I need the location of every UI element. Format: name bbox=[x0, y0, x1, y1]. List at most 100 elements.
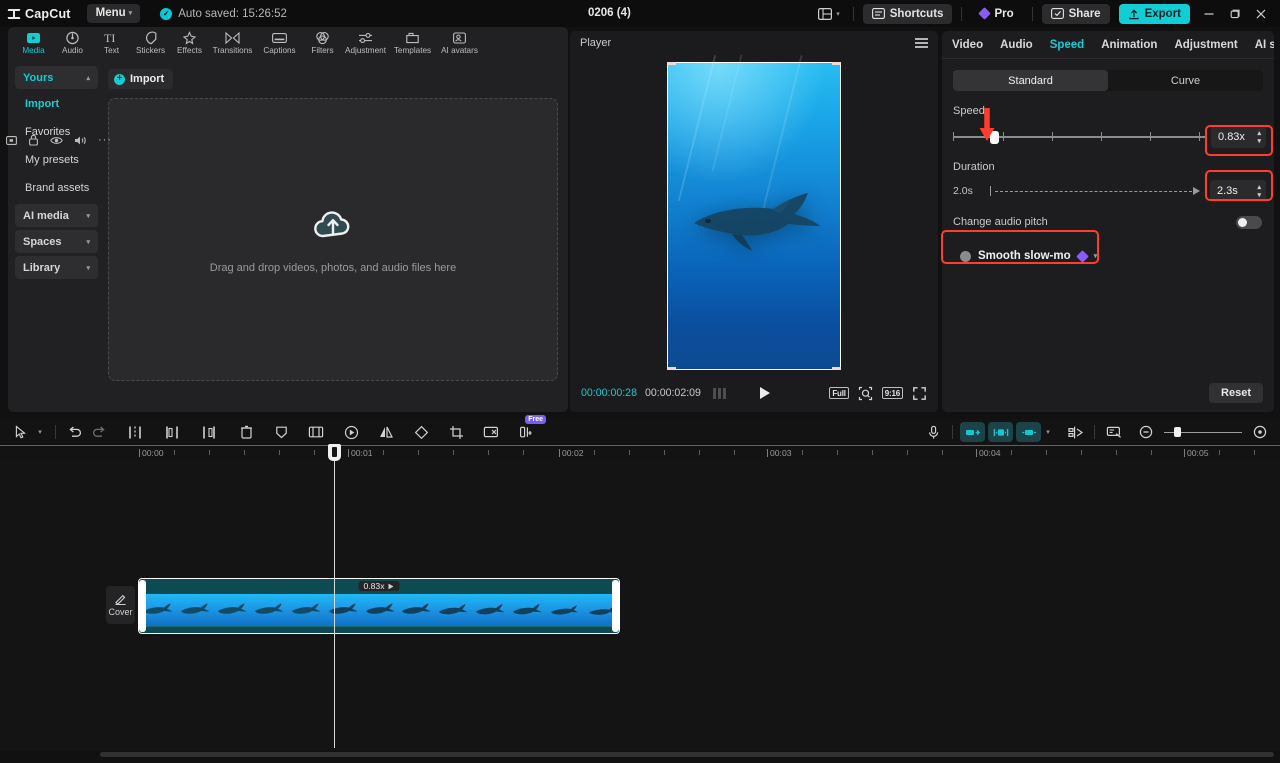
import-button[interactable]: + Import bbox=[108, 69, 173, 89]
frames-icon[interactable] bbox=[713, 388, 727, 399]
zoom-out-icon[interactable] bbox=[1134, 421, 1158, 443]
playhead-handle[interactable] bbox=[328, 444, 341, 461]
duration-value-input[interactable]: 2.3s ▴▾ bbox=[1210, 180, 1266, 202]
close-button[interactable] bbox=[1248, 1, 1274, 27]
stepper-icon[interactable]: ▴▾ bbox=[1257, 130, 1261, 145]
pro-button[interactable]: Pro bbox=[971, 4, 1022, 24]
select-tool-icon[interactable] bbox=[8, 421, 32, 443]
minimize-button[interactable] bbox=[1196, 1, 1222, 27]
delete-icon[interactable] bbox=[234, 421, 258, 443]
timeline-scrollbar[interactable] bbox=[100, 752, 1274, 757]
layout-button[interactable]: ▾ bbox=[814, 5, 844, 23]
menu-button[interactable]: Menu ▾ bbox=[87, 4, 141, 23]
tab-animation[interactable]: Animation bbox=[1101, 39, 1157, 51]
reset-button[interactable]: Reset bbox=[1209, 383, 1263, 403]
properties-panel: Video Audio Speed Animation Adjustment A… bbox=[942, 31, 1274, 412]
tab-text[interactable]: TI Text bbox=[92, 27, 131, 55]
shortcuts-button[interactable]: Shortcuts bbox=[863, 4, 953, 24]
crop-handle[interactable] bbox=[832, 367, 841, 370]
aspect-ratio-button[interactable]: 9:16 bbox=[882, 387, 903, 399]
crop-frame-icon[interactable] bbox=[304, 421, 328, 443]
radio-icon[interactable] bbox=[960, 251, 971, 262]
timeline-zoom-slider[interactable] bbox=[1164, 426, 1242, 438]
crop-icon[interactable] bbox=[444, 421, 468, 443]
tab-label: Filters bbox=[311, 47, 333, 55]
smooth-slow-mo-option[interactable]: Smooth slow-mo ▾ bbox=[953, 244, 1105, 269]
tab-adjustment[interactable]: Adjustment bbox=[342, 27, 389, 55]
freeze-icon[interactable] bbox=[479, 421, 503, 443]
auto-cut-icon[interactable]: Free bbox=[514, 421, 538, 443]
sidebar-item-ai-media[interactable]: AI media ▾ bbox=[15, 204, 98, 227]
crop-handle[interactable] bbox=[667, 62, 676, 65]
chevron-down-icon[interactable]: ▾ bbox=[1041, 421, 1055, 443]
change-audio-pitch-toggle[interactable] bbox=[1236, 216, 1262, 229]
export-button[interactable]: Export bbox=[1119, 4, 1190, 24]
speed-value-input[interactable]: 0.83x ▴▾ bbox=[1211, 126, 1266, 148]
zoom-icon[interactable] bbox=[858, 386, 873, 401]
speed-mode-curve[interactable]: Curve bbox=[1108, 70, 1263, 91]
eye-icon[interactable] bbox=[50, 135, 63, 146]
clip-trim-handle-right[interactable] bbox=[612, 580, 619, 632]
auto-align-right-icon[interactable] bbox=[1016, 422, 1041, 442]
redo-icon[interactable] bbox=[87, 421, 111, 443]
tab-templates[interactable]: Templates bbox=[389, 27, 436, 55]
clip-speed-badge[interactable]: 0.83x bbox=[358, 581, 399, 591]
stepper-icon[interactable]: ▴▾ bbox=[1257, 184, 1261, 199]
chevron-down-icon: ▾ bbox=[86, 212, 90, 220]
play-button[interactable] bbox=[760, 387, 770, 399]
render-preview-icon[interactable] bbox=[1102, 421, 1126, 443]
delete-left-icon[interactable] bbox=[160, 421, 184, 443]
tab-stickers[interactable]: Stickers bbox=[131, 27, 170, 55]
crop-handle[interactable] bbox=[832, 62, 841, 65]
sidebar-item-spaces[interactable]: Spaces ▾ bbox=[15, 230, 98, 253]
auto-align-left-icon[interactable] bbox=[960, 422, 985, 442]
tab-effects[interactable]: Effects bbox=[170, 27, 209, 55]
media-dropzone[interactable]: Drag and drop videos, photos, and audio … bbox=[108, 98, 558, 381]
microphone-icon[interactable] bbox=[921, 421, 945, 443]
video-preview[interactable] bbox=[668, 63, 840, 369]
clip-trim-handle-left[interactable] bbox=[139, 580, 146, 632]
cover-button[interactable]: Cover bbox=[106, 586, 135, 624]
keyframe-icon[interactable] bbox=[339, 421, 363, 443]
hamburger-icon[interactable] bbox=[915, 38, 928, 48]
track-thumb-icon[interactable] bbox=[6, 135, 17, 146]
mirror-icon[interactable] bbox=[374, 421, 398, 443]
quality-button[interactable]: Full bbox=[829, 387, 848, 399]
tab-video[interactable]: Video bbox=[952, 39, 983, 51]
maximize-button[interactable] bbox=[1222, 1, 1248, 27]
crop-handle[interactable] bbox=[667, 367, 676, 370]
split-icon[interactable] bbox=[123, 421, 147, 443]
delete-right-icon[interactable] bbox=[197, 421, 221, 443]
zoom-fit-icon[interactable] bbox=[1248, 421, 1272, 443]
undo-icon[interactable] bbox=[63, 421, 87, 443]
speed-mode-standard[interactable]: Standard bbox=[953, 70, 1108, 91]
slider-knob[interactable] bbox=[1174, 427, 1181, 437]
tab-adjustment[interactable]: Adjustment bbox=[1174, 39, 1237, 51]
tab-media[interactable]: Media bbox=[14, 27, 53, 55]
lock-icon[interactable] bbox=[28, 134, 39, 146]
volume-icon[interactable] bbox=[74, 135, 87, 146]
chevron-down-icon[interactable]: ▾ bbox=[32, 421, 48, 443]
rotate-icon[interactable] bbox=[409, 421, 433, 443]
timeline-ruler[interactable]: 00:00 00:01 00:02 00:03 00:04 00:05 bbox=[0, 445, 1280, 461]
mask-icon[interactable] bbox=[269, 421, 293, 443]
fullscreen-icon[interactable] bbox=[912, 386, 927, 401]
sidebar-item-brand-assets[interactable]: Brand assets bbox=[15, 176, 98, 199]
sidebar-item-import[interactable]: Import bbox=[15, 92, 98, 115]
chevron-down-icon[interactable]: ▾ bbox=[1094, 252, 1098, 260]
split-playhead-icon[interactable] bbox=[1063, 421, 1087, 443]
sidebar-item-library[interactable]: Library ▾ bbox=[15, 256, 98, 279]
share-button[interactable]: Share bbox=[1042, 4, 1110, 24]
sidebar-item-yours[interactable]: Yours ▴ bbox=[15, 66, 98, 89]
tab-transitions[interactable]: Transitions bbox=[209, 27, 256, 55]
video-clip[interactable]: 0.83x bbox=[138, 578, 620, 634]
tab-ai-avatars[interactable]: AI avatars bbox=[436, 27, 483, 55]
tab-captions[interactable]: Captions bbox=[256, 27, 303, 55]
tab-ai-stylize[interactable]: AI stylize bbox=[1255, 39, 1274, 51]
more-icon[interactable]: ··· bbox=[98, 134, 112, 146]
auto-align-center-icon[interactable] bbox=[988, 422, 1013, 442]
tab-audio[interactable]: Audio bbox=[1000, 39, 1033, 51]
tab-filters[interactable]: Filters bbox=[303, 27, 342, 55]
tab-speed[interactable]: Speed bbox=[1050, 39, 1085, 51]
tab-audio[interactable]: Audio bbox=[53, 27, 92, 55]
